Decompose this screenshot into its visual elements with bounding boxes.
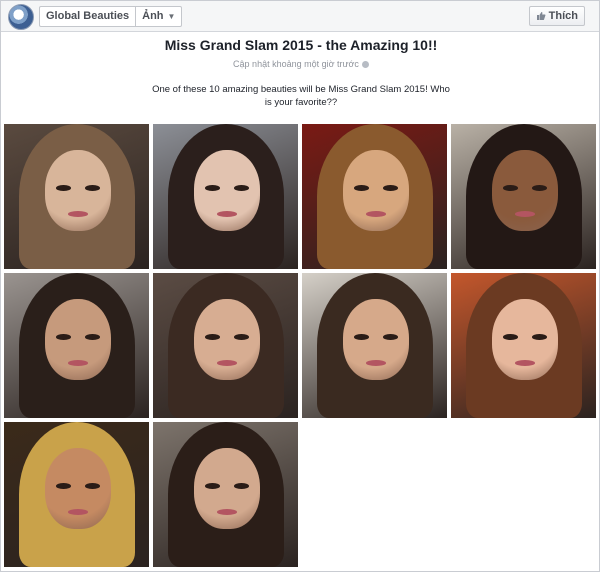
album-photo[interactable]: [4, 124, 149, 269]
breadcrumb: Global Beauties Ảnh ▼: [39, 6, 183, 27]
thumbs-up-icon: [536, 12, 546, 20]
photo-eye: [56, 184, 71, 191]
photo-eye: [532, 184, 547, 191]
breadcrumb-section-label: Ảnh: [142, 10, 164, 22]
photo-eye: [56, 333, 71, 340]
photo-face: [193, 150, 261, 232]
page-avatar[interactable]: [8, 4, 34, 30]
breadcrumb-section[interactable]: Ảnh ▼: [136, 7, 181, 26]
photo-lips: [216, 211, 238, 217]
photo-eye: [532, 333, 547, 340]
photo-eye: [354, 333, 369, 340]
photo-eye: [234, 333, 249, 340]
album-photo[interactable]: [153, 422, 298, 567]
photo-lips: [365, 211, 387, 217]
photo-face: [193, 448, 261, 530]
photo-lips: [365, 360, 387, 366]
top-bar: Global Beauties Ảnh ▼ Thích: [1, 1, 599, 32]
photo-lips: [67, 360, 89, 366]
album-photo[interactable]: [4, 422, 149, 567]
photo-face: [44, 150, 112, 232]
photo-face: [491, 299, 559, 381]
photo-eye: [85, 184, 100, 191]
photo-eye: [503, 184, 518, 191]
photo-eye: [503, 333, 518, 340]
photo-eye: [383, 333, 398, 340]
photo-eye: [205, 482, 220, 489]
photo-eye: [234, 184, 249, 191]
photo-eye: [56, 482, 71, 489]
photo-lips: [67, 509, 89, 515]
globe-icon: [361, 61, 369, 69]
photo-grid: [4, 124, 599, 570]
album-title: Miss Grand Slam 2015 - the Amazing 10!!: [164, 37, 438, 53]
photo-eye: [85, 333, 100, 340]
photo-face: [491, 150, 559, 232]
photo-eye: [234, 482, 249, 489]
album-photo[interactable]: [451, 124, 596, 269]
album-updated: Cập nhật khoảng một giờ trước: [1, 59, 600, 69]
album-frame: Global Beauties Ảnh ▼ Thích Miss Grand Sl…: [0, 0, 600, 572]
photo-lips: [216, 509, 238, 515]
album-photo[interactable]: [451, 273, 596, 418]
photo-lips: [514, 211, 536, 217]
photo-face: [342, 150, 410, 232]
photo-eye: [205, 184, 220, 191]
album-photo[interactable]: [302, 273, 447, 418]
chevron-down-icon: ▼: [167, 12, 176, 21]
photo-face: [44, 448, 112, 530]
album-photo[interactable]: [4, 273, 149, 418]
album-photo[interactable]: [153, 124, 298, 269]
photo-lips: [67, 211, 89, 217]
photo-lips: [514, 360, 536, 366]
album-description: One of these 10 amazing beauties will be…: [152, 84, 450, 108]
photo-eye: [354, 184, 369, 191]
album-photo[interactable]: [153, 273, 298, 418]
photo-face: [44, 299, 112, 381]
photo-lips: [216, 360, 238, 366]
photo-eye: [383, 184, 398, 191]
album-updated-text: Cập nhật khoảng một giờ trước: [233, 59, 359, 69]
album-photo[interactable]: [302, 124, 447, 269]
like-button-label: Thích: [548, 10, 578, 22]
like-button[interactable]: Thích: [528, 6, 585, 26]
photo-eye: [205, 333, 220, 340]
photo-face: [342, 299, 410, 381]
photo-face: [193, 299, 261, 381]
breadcrumb-page-name[interactable]: Global Beauties: [40, 7, 135, 26]
photo-eye: [85, 482, 100, 489]
